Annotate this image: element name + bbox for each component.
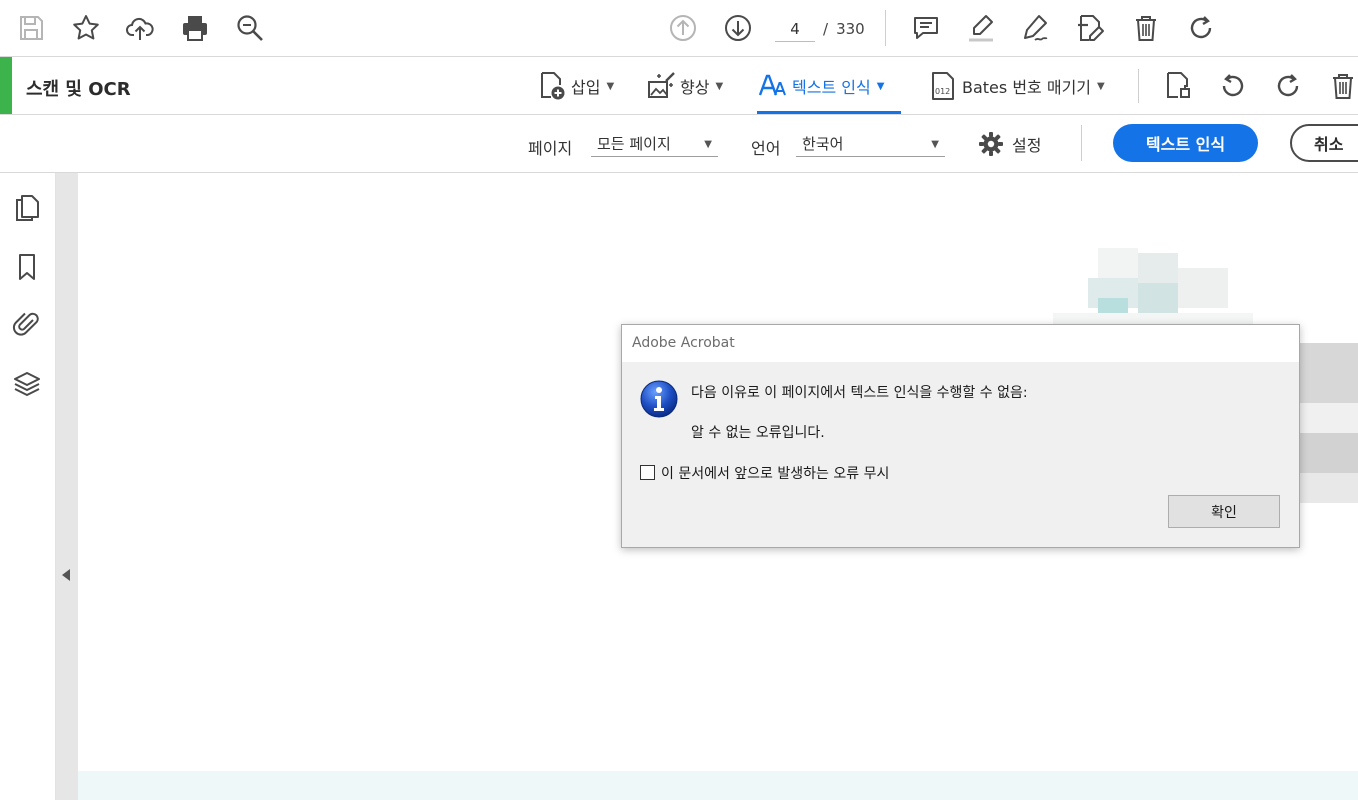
page-replace-icon[interactable] <box>1160 68 1196 104</box>
attachment-icon[interactable] <box>12 309 42 339</box>
recognize-text-button[interactable]: 텍스트 인식 <box>1113 124 1258 162</box>
svg-text:012: 012 <box>935 87 950 96</box>
layers-icon[interactable] <box>12 369 42 399</box>
cloud-upload-icon[interactable] <box>122 10 158 46</box>
text-recognition-menu-label: 텍스트 인식 <box>792 78 871 97</box>
page-up-icon[interactable] <box>665 10 701 46</box>
language-label: 언어 <box>751 139 781 158</box>
enhance-menu[interactable]: 향상 ▼ <box>646 69 723 103</box>
blurred-content <box>1098 248 1138 278</box>
dialog-title: Adobe Acrobat <box>632 335 735 351</box>
cancel-button[interactable]: 취소 <box>1290 124 1358 162</box>
blurred-content <box>1300 473 1358 503</box>
pane-collapse-handle[interactable] <box>56 173 78 800</box>
ignore-errors-label[interactable]: 이 문서에서 앞으로 발생하는 오류 무시 <box>661 463 889 483</box>
page-number-input[interactable] <box>775 16 815 42</box>
chevron-down-icon: ▼ <box>606 80 615 92</box>
ok-button[interactable]: 확인 <box>1168 495 1280 528</box>
blurred-content <box>1138 283 1178 313</box>
collapse-arrow-icon <box>62 569 70 581</box>
text-recognition-menu[interactable]: 텍스트 인식 ▼ <box>758 69 884 103</box>
edit-pdf-icon[interactable] <box>1072 10 1108 46</box>
settings-button[interactable]: 설정 <box>978 129 1041 159</box>
page-down-icon[interactable] <box>720 10 756 46</box>
highlight-icon[interactable] <box>963 10 999 46</box>
chevron-down-icon: ▼ <box>715 80 724 92</box>
ignore-errors-checkbox[interactable] <box>640 465 655 480</box>
page-range-select[interactable]: 모든 페이지 ▼ <box>591 131 718 157</box>
print-icon[interactable] <box>177 10 213 46</box>
rotate-left-icon[interactable] <box>1215 68 1251 104</box>
zoom-search-icon[interactable] <box>232 10 268 46</box>
bates-number-icon: 012 <box>932 72 954 100</box>
chevron-down-icon: ▼ <box>876 80 885 92</box>
enhance-menu-label: 향상 <box>680 78 710 97</box>
comment-icon[interactable] <box>908 10 944 46</box>
star-icon[interactable] <box>68 10 104 46</box>
toolbar-divider <box>885 10 886 46</box>
trash-icon[interactable] <box>1325 68 1358 104</box>
options-divider <box>1081 125 1082 161</box>
language-value: 한국어 <box>802 135 844 153</box>
info-icon <box>640 380 678 418</box>
insert-menu[interactable]: 삽입 ▼ <box>537 69 614 103</box>
insert-menu-label: 삽입 <box>571 78 601 97</box>
insert-page-icon <box>541 72 565 100</box>
dialog-error-detail: 알 수 없는 오류입니다. <box>691 425 825 441</box>
chevron-down-icon: ▼ <box>704 139 712 150</box>
blurred-content <box>1178 268 1228 308</box>
error-dialog: Adobe Acrobat 다음 이유로 이 페이지에서 텍스트 인식을 수행할… <box>621 324 1300 548</box>
tool-divider <box>1138 69 1139 103</box>
pages-icon[interactable] <box>12 193 42 223</box>
dialog-titlebar[interactable]: Adobe Acrobat <box>622 325 1299 362</box>
total-pages: 330 <box>836 20 865 38</box>
chevron-down-icon: ▼ <box>1097 80 1105 92</box>
sign-icon[interactable] <box>1017 10 1053 46</box>
blurred-content <box>1300 343 1358 403</box>
top-toolbar: / 330 <box>0 0 1358 57</box>
language-select[interactable]: 한국어 ▼ <box>796 131 945 157</box>
chevron-down-icon: ▼ <box>931 139 939 150</box>
blurred-content <box>1300 403 1358 433</box>
active-menu-underline <box>757 111 901 114</box>
gear-icon <box>979 132 1003 156</box>
blurred-content <box>1300 433 1358 473</box>
tool-accent-bar <box>0 57 12 114</box>
page-navigation: / 330 <box>775 16 865 42</box>
bates-number-menu[interactable]: 012 Bates 번호 매기기 ▼ <box>928 69 1105 103</box>
rotate-icon[interactable] <box>1183 10 1219 46</box>
ocr-options-bar: 페이지 모든 페이지 ▼ 언어 한국어 ▼ 설정 텍스트 인식 취소 <box>0 115 1358 173</box>
left-navigation-pane <box>0 173 56 800</box>
delete-icon[interactable] <box>1128 10 1164 46</box>
settings-label: 설정 <box>1012 136 1042 155</box>
page-footer-band <box>78 771 1358 800</box>
dialog-message: 다음 이유로 이 페이지에서 텍스트 인식을 수행할 수 없음: <box>691 385 1028 401</box>
bates-number-menu-label: Bates 번호 매기기 <box>962 78 1092 97</box>
rotate-right-icon[interactable] <box>1270 68 1306 104</box>
enhance-icon <box>648 72 675 98</box>
blurred-content <box>1138 253 1178 283</box>
bookmark-icon[interactable] <box>12 252 42 282</box>
save-icon[interactable] <box>13 10 49 46</box>
tool-bar: 스캔 및 OCR 삽입 ▼ 향상 ▼ 텍스트 인식 ▼ 012 Bates 번호 매기… <box>0 57 1358 115</box>
tool-title: 스캔 및 OCR <box>26 79 131 100</box>
page-range-value: 모든 페이지 <box>597 135 671 153</box>
page-range-label: 페이지 <box>528 139 573 158</box>
page-separator: / <box>823 20 829 38</box>
text-recognition-icon <box>758 74 786 96</box>
